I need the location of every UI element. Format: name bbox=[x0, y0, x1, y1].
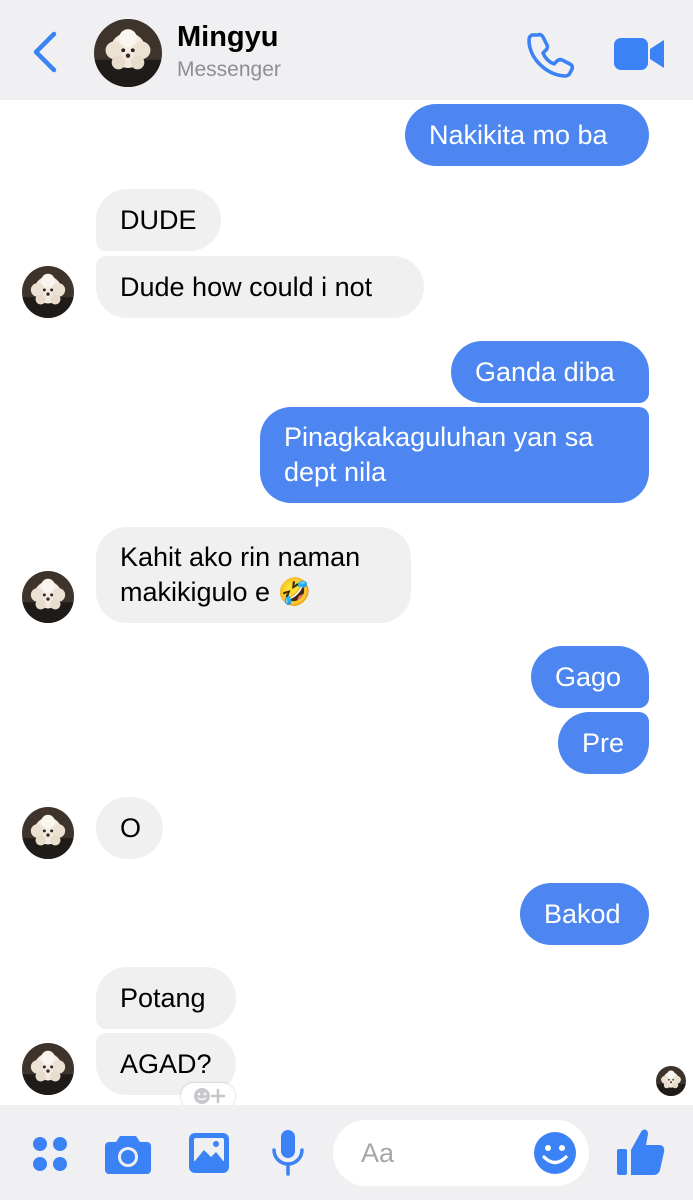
message-text: AGAD? bbox=[120, 1048, 212, 1079]
message-bubble-outgoing[interactable]: Bakod bbox=[520, 883, 649, 945]
sender-avatar[interactable] bbox=[22, 571, 74, 623]
message-bubble-outgoing[interactable]: Pinagkakaguluhan yan sa dept nila bbox=[260, 407, 649, 503]
message-bubble-incoming[interactable]: Kahit ako rin naman makikigulo e 🤣 bbox=[96, 527, 411, 623]
message-text: O bbox=[120, 812, 142, 843]
phone-icon bbox=[527, 32, 575, 78]
more-actions-button[interactable] bbox=[30, 1134, 70, 1174]
video-call-button[interactable] bbox=[612, 34, 666, 74]
message-text: Dude how could i not bbox=[120, 271, 373, 302]
message-text: Ganda diba bbox=[475, 356, 615, 387]
message-text: Gago bbox=[555, 661, 622, 692]
four-dots-icon bbox=[33, 1137, 67, 1171]
message-bubble-incoming[interactable]: DUDE bbox=[96, 189, 221, 251]
message-bubble-outgoing[interactable]: Gago bbox=[531, 646, 649, 708]
microphone-icon bbox=[272, 1130, 304, 1176]
add-reaction-icon bbox=[194, 1088, 226, 1104]
message-bubble-outgoing[interactable]: Nakikita mo ba bbox=[405, 104, 649, 166]
contact-name[interactable]: Mingyu bbox=[177, 21, 279, 54]
message-text: Pinagkakaguluhan yan sa dept nila bbox=[284, 422, 594, 487]
message-bubble-outgoing[interactable]: Ganda diba bbox=[451, 341, 649, 403]
gallery-button[interactable] bbox=[187, 1131, 231, 1175]
read-receipt-avatar bbox=[656, 1066, 686, 1096]
smiley-icon bbox=[534, 1132, 576, 1174]
message-bubble-incoming[interactable]: Dude how could i not bbox=[96, 256, 424, 318]
message-input-placeholder: Aa bbox=[361, 1138, 395, 1168]
message-bubble-incoming[interactable]: O bbox=[96, 797, 163, 859]
voice-message-button[interactable] bbox=[270, 1128, 306, 1178]
message-text: Nakikita mo ba bbox=[429, 119, 608, 150]
message-text: Potang bbox=[120, 982, 206, 1013]
back-button[interactable] bbox=[26, 28, 66, 76]
thumbs-up-icon bbox=[617, 1129, 665, 1175]
message-text: DUDE bbox=[120, 204, 197, 235]
message-text: Pre bbox=[582, 727, 625, 758]
video-camera-icon bbox=[614, 38, 664, 70]
emoji-button[interactable] bbox=[532, 1130, 578, 1176]
chevron-left-icon bbox=[33, 31, 57, 73]
message-text: Kahit ako rin naman makikigulo e 🤣 bbox=[120, 542, 361, 607]
like-button[interactable] bbox=[614, 1126, 666, 1178]
contact-subtitle: Messenger bbox=[177, 58, 281, 81]
contact-avatar[interactable] bbox=[94, 19, 162, 87]
message-text: Bakod bbox=[544, 898, 621, 929]
photo-icon bbox=[189, 1133, 229, 1173]
message-bubble-outgoing[interactable]: Pre bbox=[558, 712, 649, 774]
camera-button[interactable] bbox=[104, 1133, 152, 1175]
sender-avatar[interactable] bbox=[22, 266, 74, 318]
camera-icon bbox=[105, 1136, 151, 1174]
message-bubble-incoming[interactable]: Potang bbox=[96, 967, 236, 1029]
sender-avatar[interactable] bbox=[22, 807, 74, 859]
chat-header: Mingyu Messenger bbox=[0, 0, 693, 100]
sender-avatar[interactable] bbox=[22, 1043, 74, 1095]
voice-call-button[interactable] bbox=[526, 30, 575, 78]
